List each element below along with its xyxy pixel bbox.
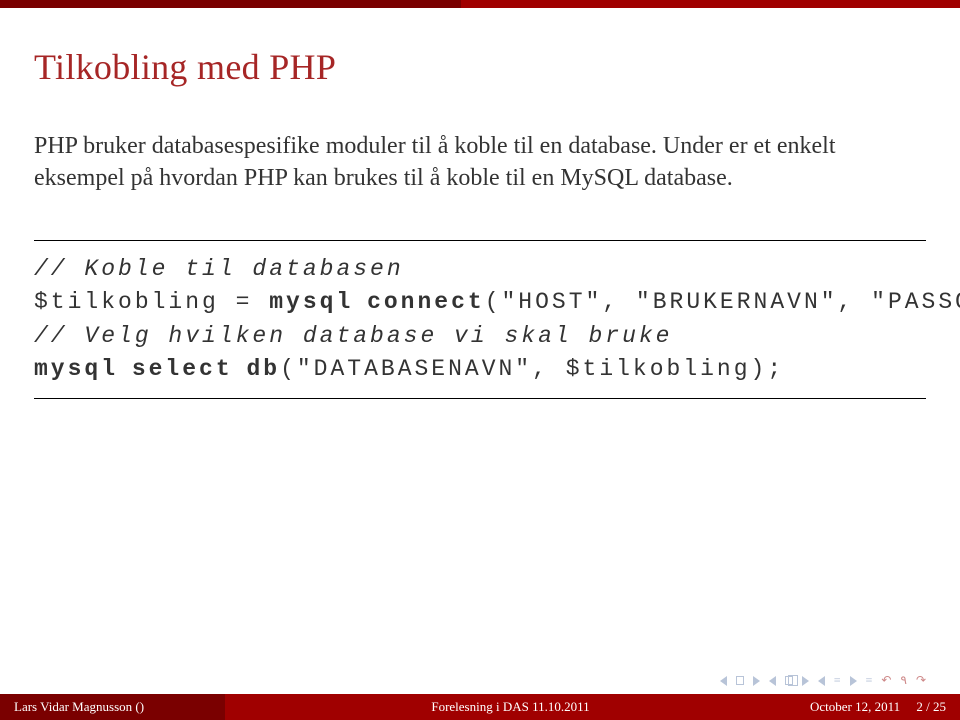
nav-frames-icon[interactable] — [785, 676, 793, 685]
nav-search-icon[interactable]: ۹ — [900, 673, 906, 688]
nav-equiv-icon[interactable]: ≡ — [834, 673, 841, 688]
footer-right: October 12, 2011 2 / 25 — [796, 694, 960, 720]
code-fn-select-a: mysql — [34, 356, 118, 382]
code-fn-select-b: select — [132, 356, 233, 382]
code-fn-select-c: db — [246, 356, 280, 382]
nav-controls: ≡ ≡ ↶ ۹ ↷ — [720, 673, 926, 688]
nav-section-back-icon[interactable] — [736, 676, 744, 685]
footer-bar: Lars Vidar Magnusson () Forelesning i DA… — [0, 694, 960, 720]
nav-next-icon[interactable] — [802, 676, 809, 686]
code-var: $tilkobling — [34, 289, 219, 315]
footer-page: 2 / 25 — [916, 699, 946, 714]
slide-title: Tilkobling med PHP — [34, 46, 336, 88]
nav-undo-icon[interactable]: ↶ — [881, 673, 891, 688]
header-bar-progress — [0, 0, 461, 8]
code-comment-2: // Velg hvilken database vi skal bruke — [34, 323, 673, 349]
code-block: // Koble til databasen $tilkobling = mys… — [34, 240, 926, 399]
nav-fwd-sub-icon[interactable] — [850, 676, 857, 686]
nav-next-section-icon[interactable] — [753, 676, 760, 686]
code-fn-connect-b: connect — [367, 289, 485, 315]
code-comment-1: // Koble til databasen — [34, 256, 404, 282]
nav-equiv2-icon[interactable]: ≡ — [866, 673, 873, 688]
nav-prev-icon[interactable] — [769, 676, 776, 686]
body-paragraph: PHP bruker databasespesifike moduler til… — [34, 130, 926, 195]
nav-redo-icon[interactable]: ↷ — [916, 673, 926, 688]
nav-first-icon[interactable] — [720, 676, 727, 686]
footer-center: Forelesning i DAS 11.10.2011 — [225, 694, 796, 720]
footer-author: Lars Vidar Magnusson () — [0, 694, 225, 720]
code-fn-connect-a: mysql — [269, 289, 353, 315]
footer-date: October 12, 2011 — [810, 699, 900, 714]
nav-back-sub-icon[interactable] — [818, 676, 825, 686]
